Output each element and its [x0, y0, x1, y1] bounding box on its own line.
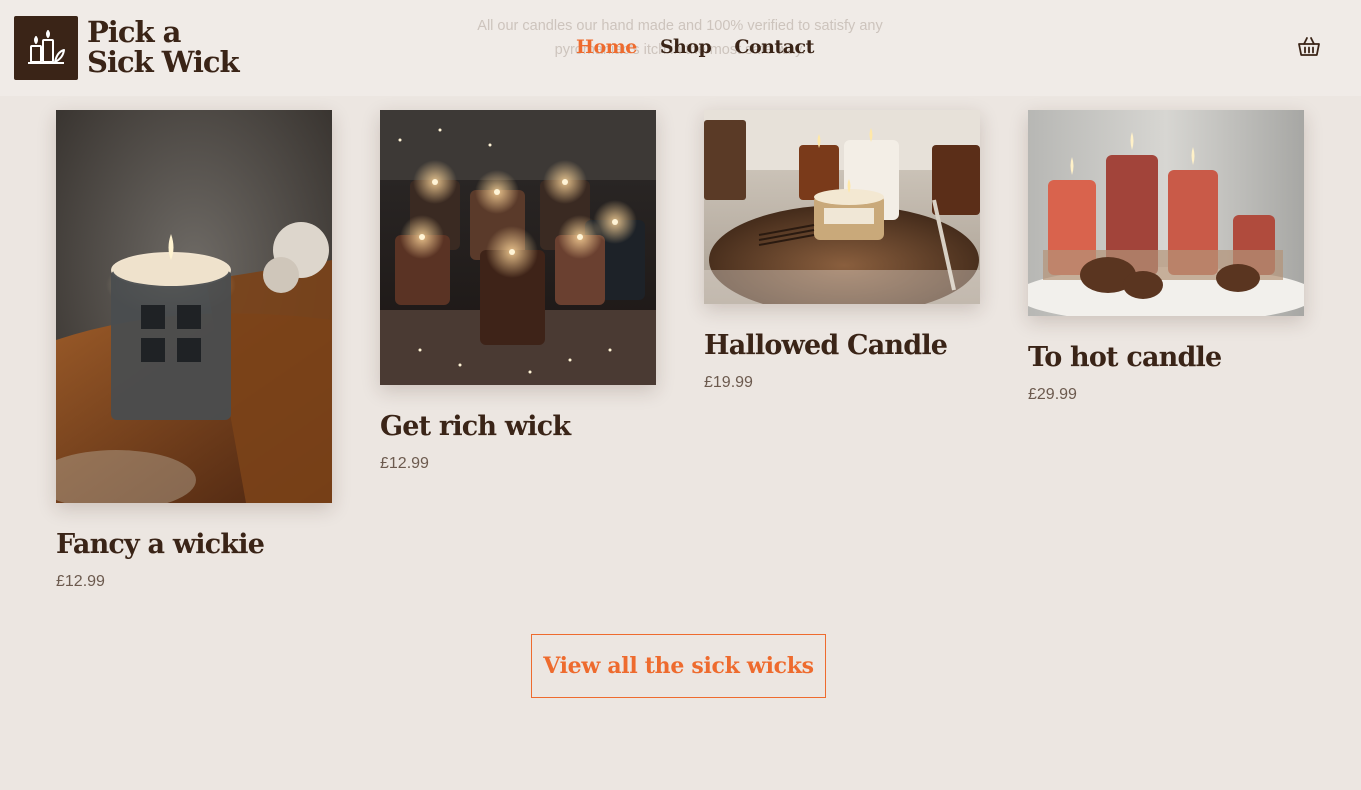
product-price: £19.99 — [704, 374, 753, 391]
product-card[interactable]: To hot candle £29.99 — [1028, 110, 1304, 404]
product-price: £12.99 — [380, 455, 429, 472]
product-name[interactable]: To hot candle — [1028, 342, 1304, 374]
product-name[interactable]: Hallowed Candle — [704, 330, 980, 362]
product-name[interactable]: Get rich wick — [380, 411, 656, 443]
nav-contact-link[interactable]: Contact — [734, 36, 814, 58]
product-price: £29.99 — [1028, 386, 1077, 403]
main-nav: Home Shop Contact — [576, 36, 814, 58]
product-price: £12.99 — [56, 573, 105, 590]
logo-wordmark: Pick a Sick Wick — [87, 15, 240, 79]
site-logo[interactable]: Pick a Sick Wick — [14, 15, 240, 80]
logo-line-2: Sick Wick — [87, 45, 240, 79]
product-image[interactable] — [56, 110, 332, 503]
product-name[interactable]: Fancy a wickie — [56, 529, 332, 561]
nav-shop-link[interactable]: Shop — [660, 36, 712, 58]
nav-home-link[interactable]: Home — [576, 36, 637, 58]
product-image[interactable] — [704, 110, 980, 304]
site-header: All our candles our hand made and 100% v… — [0, 0, 1361, 96]
candles-logo-icon — [14, 16, 78, 80]
product-card[interactable]: Hallowed Candle £19.99 — [704, 110, 980, 392]
product-card[interactable]: Fancy a wickie £12.99 — [56, 110, 332, 591]
product-image[interactable] — [1028, 110, 1304, 316]
view-all-button[interactable]: View all the sick wicks — [531, 634, 826, 698]
basket-icon[interactable] — [1297, 35, 1321, 64]
product-card[interactable]: Get rich wick £12.99 — [380, 110, 656, 473]
product-image[interactable] — [380, 110, 656, 385]
logo-line-1: Pick a — [87, 15, 181, 49]
